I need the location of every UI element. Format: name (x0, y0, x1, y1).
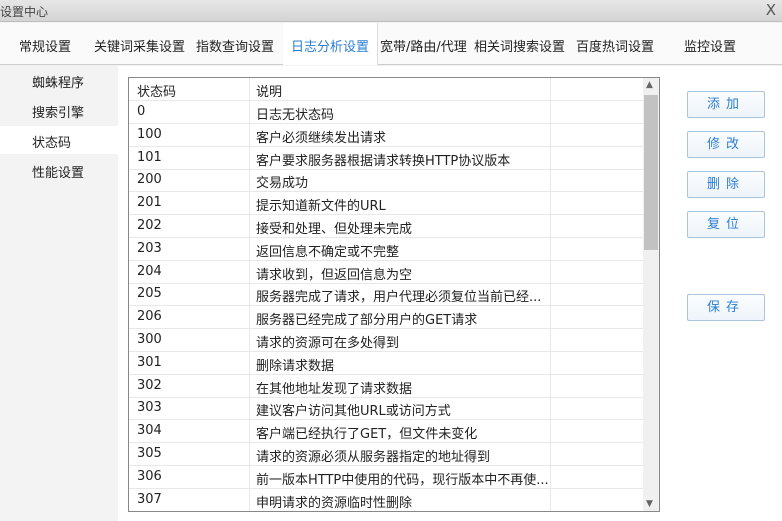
tab-bar: 常规设置 关键词采集设置 指数查询设置 日志分析设置 宽带/路由/代理 相关词搜… (0, 23, 782, 65)
table-row[interactable]: 302 在其他地址发现了请求数据 (129, 375, 643, 398)
status-description: 提示知道新文件的URL (256, 199, 386, 215)
status-code: 201 (137, 195, 162, 211)
status-code: 203 (137, 240, 162, 256)
delete-button[interactable]: 删除 (687, 171, 765, 198)
vertical-scrollbar[interactable]: ▲ ▼ (643, 78, 659, 511)
status-description: 日志无状态码 (256, 108, 335, 123)
status-description: 服务器已经完成了部分用户的GET请求 (256, 313, 478, 329)
add-button[interactable]: 添加 (687, 91, 765, 118)
save-button[interactable]: 保存 (687, 294, 765, 321)
status-code: 304 (137, 423, 162, 439)
status-code: 205 (137, 286, 162, 302)
status-description: 申明请求的资源临时性删除 (256, 495, 413, 511)
status-description: 请求收到，但返回信息为空 (256, 267, 413, 283)
header-code: 状态码 (137, 85, 177, 100)
edit-button[interactable]: 修改 (687, 131, 765, 158)
tab-general[interactable]: 常规设置 (19, 36, 71, 55)
status-description: 交易成功 (256, 176, 309, 192)
sidebar-item-performance[interactable]: 性能设置 (0, 156, 118, 184)
table-row[interactable]: 100 客户必须继续发出请求 (129, 124, 643, 147)
title-bar: 设置中心 X (0, 0, 782, 22)
sidebar-item-spider[interactable]: 蜘蛛程序 (0, 66, 118, 94)
status-description: 建议客户访问其他URL或访问方式 (256, 404, 451, 420)
table-row[interactable]: 200 交易成功 (129, 169, 643, 193)
scroll-up-icon[interactable]: ▲ (646, 80, 653, 90)
status-description: 前一版本HTTP中使用的代码，现行版本中不再使... (256, 472, 549, 488)
tab-broadband-proxy[interactable]: 宽带/路由/代理 (380, 36, 467, 55)
scroll-down-icon[interactable]: ▼ (646, 499, 653, 509)
table-row[interactable]: 202 接受和处理、但处理未完成 (129, 215, 643, 238)
status-code: 202 (137, 218, 162, 233)
tab-log-analysis[interactable]: 日志分析设置 (283, 23, 379, 65)
tab-baidu-hot[interactable]: 百度热词设置 (576, 36, 654, 55)
status-code: 204 (137, 263, 162, 279)
status-code: 101 (137, 149, 162, 165)
table-row[interactable]: 305 请求的资源必须从服务器指定的地址得到 (129, 443, 643, 466)
status-code-table: 状态码 说明 0 日志无状态码 100 客户必须继续发出请求 101 客户要求服务器根据请… (128, 77, 660, 512)
header-description: 说明 (256, 85, 283, 100)
status-code: 301 (137, 354, 162, 370)
status-code: 307 (137, 491, 162, 507)
table-header: 状态码 说明 (129, 78, 643, 101)
status-code: 206 (137, 309, 162, 325)
status-code: 305 (137, 446, 162, 461)
table-row[interactable]: 206 服务器已经完成了部分用户的GET请求 (129, 306, 643, 330)
status-description: 客户端已经执行了GET，但文件未变化 (256, 427, 478, 443)
reset-button[interactable]: 复位 (687, 211, 765, 238)
table-row[interactable]: 303 建议客户访问其他URL或访问方式 (129, 397, 643, 421)
status-description: 请求的资源可在多处得到 (256, 336, 400, 351)
status-description: 返回信息不确定或不完整 (256, 244, 400, 260)
sidebar-item-search-engine[interactable]: 搜索引擎 (0, 96, 118, 124)
tab-keyword-collect[interactable]: 关键词采集设置 (94, 36, 185, 55)
status-code: 300 (137, 332, 162, 347)
status-code: 200 (137, 172, 162, 188)
window-title: 设置中心 (0, 5, 49, 19)
status-code: 306 (137, 468, 162, 484)
status-description: 接受和处理、但处理未完成 (256, 222, 413, 237)
status-description: 在其他地址发现了请求数据 (256, 381, 413, 397)
status-code: 302 (137, 377, 162, 393)
table-row[interactable]: 204 请求收到，但返回信息为空 (129, 261, 643, 284)
tab-related-search[interactable]: 相关词搜索设置 (474, 36, 565, 55)
table-row[interactable]: 301 删除请求数据 (129, 352, 643, 375)
table-row[interactable]: 306 前一版本HTTP中使用的代码，现行版本中不再使... (129, 466, 643, 489)
table-row[interactable]: 0 日志无状态码 (129, 101, 643, 124)
table-row[interactable]: 300 请求的资源可在多处得到 (129, 329, 643, 352)
table-row[interactable]: 101 客户要求服务器根据请求转换HTTP协议版本 (129, 147, 643, 170)
table-row[interactable]: 304 客户端已经执行了GET，但文件未变化 (129, 420, 643, 444)
tab-index-query[interactable]: 指数查询设置 (196, 36, 274, 55)
sidebar: 蜘蛛程序 搜索引擎 状态码 性能设置 (0, 66, 118, 521)
table-row[interactable]: 307 申明请求的资源临时性删除 (129, 489, 643, 511)
status-description: 服务器完成了请求，用户代理必须复位当前已经... (256, 290, 542, 306)
status-description: 删除请求数据 (256, 358, 335, 374)
table-row[interactable]: 205 服务器完成了请求，用户代理必须复位当前已经... (129, 283, 643, 307)
status-code: 0 (137, 104, 146, 119)
scrollbar-thumb[interactable] (644, 95, 658, 250)
sidebar-item-status-code[interactable]: 状态码 (0, 126, 118, 154)
table-row[interactable]: 201 提示知道新文件的URL (129, 192, 643, 216)
status-code: 100 (137, 126, 162, 142)
status-description: 客户要求服务器根据请求转换HTTP协议版本 (256, 153, 511, 169)
table-row[interactable]: 203 返回信息不确定或不完整 (129, 238, 643, 261)
close-icon[interactable]: X (766, 1, 776, 19)
status-description: 请求的资源必须从服务器指定的地址得到 (256, 450, 491, 465)
status-description: 客户必须继续发出请求 (256, 130, 387, 146)
tab-monitor[interactable]: 监控设置 (684, 36, 736, 55)
status-code: 303 (137, 400, 162, 416)
